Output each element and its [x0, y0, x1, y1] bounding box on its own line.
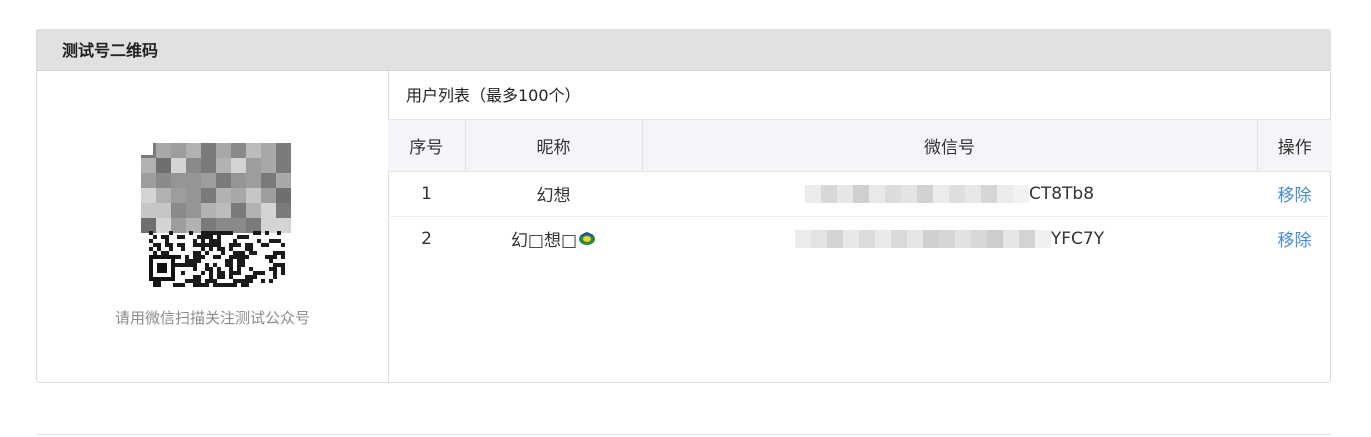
user-table: 序号 昵称 微信号 操作 1 幻想 CT8Tb8 移除 2 幻□想□ YFC7Y… [388, 120, 1332, 261]
row-nickname-text: 幻□想□ [510, 231, 578, 251]
qr-caption: 请用微信扫描关注测试公众号 [114, 309, 310, 327]
user-list-title: 用户列表（最多100个） [388, 71, 1330, 120]
row-nickname: 幻想 [465, 171, 642, 217]
table-header-row: 序号 昵称 微信号 操作 [388, 120, 1332, 172]
qr-code-image [141, 143, 291, 290]
remove-button[interactable]: 移除 [1278, 186, 1312, 206]
redacted-wechat-id [804, 184, 1029, 203]
panel-body: 请用微信扫描关注测试公众号 用户列表（最多100个） 序号 昵称 微信号 操作 … [37, 71, 1332, 382]
column-header-nickname: 昵称 [465, 120, 643, 172]
row-index: 1 [388, 171, 465, 217]
table-row: 2 幻□想□ YFC7Y 移除 [388, 216, 1332, 261]
user-list-section: 用户列表（最多100个） 序号 昵称 微信号 操作 1 幻想 CT8Tb8 移除… [388, 71, 1332, 382]
panel-title: 测试号二维码 [37, 30, 1330, 71]
row-action: 移除 [1257, 216, 1332, 261]
row-wechat-id: CT8Tb8 [642, 171, 1257, 217]
remove-button[interactable]: 移除 [1278, 231, 1312, 251]
qr-panel: 测试号二维码 请用微信扫描关注测试公众号 用户列表（最多100个） 序号 昵称 … [36, 29, 1332, 383]
row-action: 移除 [1257, 171, 1332, 217]
column-header-index: 序号 [388, 120, 466, 172]
divider [36, 434, 1331, 435]
column-header-action: 操作 [1257, 120, 1332, 172]
qr-code-pixelated-icon [141, 143, 291, 287]
row-nickname: 幻□想□ [465, 216, 642, 261]
wechat-id-suffix: CT8Tb8 [1028, 183, 1095, 204]
redacted-wechat-id [794, 229, 1051, 248]
green-circle-arrow-icon [578, 231, 596, 251]
row-wechat-id: YFC7Y [642, 216, 1257, 261]
row-index: 2 [421, 228, 432, 249]
qr-section: 请用微信扫描关注测试公众号 [37, 71, 389, 382]
wechat-id-suffix: YFC7Y [1050, 228, 1105, 249]
column-header-wechat-id: 微信号 [642, 120, 1258, 172]
table-row: 1 幻想 CT8Tb8 移除 [388, 171, 1332, 217]
